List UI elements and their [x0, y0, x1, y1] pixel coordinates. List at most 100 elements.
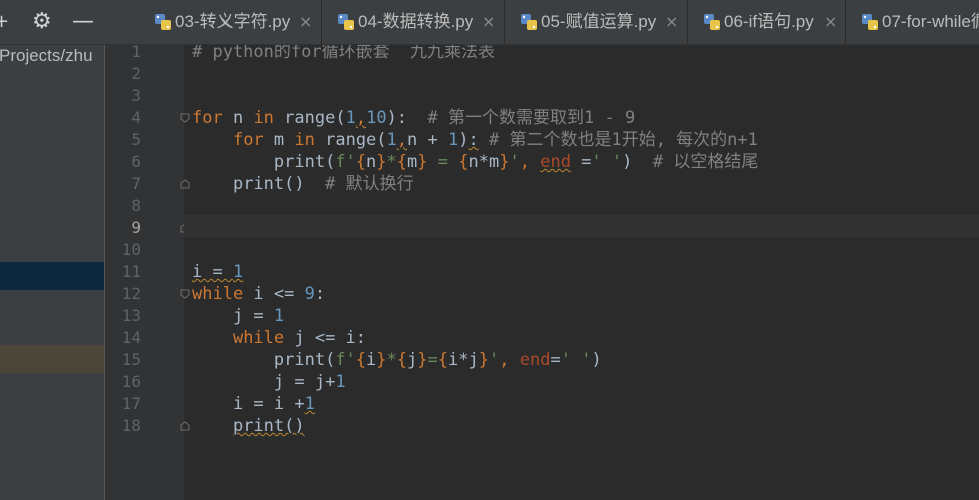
- expression: j <= i:: [284, 328, 367, 348]
- expression: i*j: [448, 350, 479, 370]
- string: ': [489, 350, 500, 370]
- tab-close-icon[interactable]: ×: [824, 12, 837, 32]
- project-panel: + ⚙ — Projects/zhu: [0, 0, 104, 500]
- comment: # 第二个数也是1开始, 每次的n+1: [488, 130, 758, 150]
- code-line-17[interactable]: i = i +1: [192, 393, 315, 415]
- string: ' ': [560, 350, 592, 370]
- assignment: j = j+: [273, 372, 336, 392]
- brace: }: [417, 350, 428, 370]
- keyword: while: [232, 328, 285, 348]
- code-line-15[interactable]: print(f'{i}*{j}={i*j}', end=' '): [192, 349, 602, 371]
- tab-03[interactable]: 03-转义字符.py ×: [139, 0, 322, 44]
- punctuation: ):: [386, 108, 408, 128]
- identifier: j: [407, 350, 418, 370]
- keyword: in: [253, 108, 274, 128]
- brace: {: [458, 152, 469, 172]
- code-line-6[interactable]: print(f'{n}*{m} = {n*m}', end =' ') # 以空…: [192, 151, 758, 173]
- tab-06[interactable]: 06-if语句.py ×: [688, 0, 846, 44]
- brace: }: [417, 152, 428, 172]
- tab-04[interactable]: 04-数据转换.py ×: [322, 0, 505, 44]
- assignment: i =: [192, 262, 233, 282]
- keyword: while: [192, 284, 244, 304]
- line-number: 16: [121, 372, 141, 391]
- number: 9: [304, 284, 315, 304]
- project-toolbar: + ⚙ —: [0, 0, 104, 45]
- line-number: 2: [131, 64, 141, 83]
- brace: }: [499, 152, 510, 172]
- keyword-argument: end: [540, 152, 571, 172]
- editor-tab-bar: × 03-转义字符.py × 04-数据转换.py × 05-赋值运算.py ×: [104, 0, 979, 45]
- tab-close-icon[interactable]: ×: [482, 12, 495, 32]
- line-number: 7: [131, 174, 141, 193]
- brace: }: [478, 350, 490, 370]
- project-tree-selected-row[interactable]: [0, 262, 104, 290]
- identifier: n: [366, 152, 377, 172]
- code-line-13[interactable]: j = 1: [192, 305, 284, 327]
- brace: {: [355, 350, 367, 370]
- string: ' ': [591, 152, 623, 172]
- tab-close-icon[interactable]: ×: [299, 12, 312, 32]
- line-number: 11: [121, 262, 141, 281]
- punctuation: ): [458, 130, 469, 150]
- code-editor[interactable]: # python的for循环嵌套 九九乘法表 for n in range(1,…: [184, 45, 979, 500]
- tab-label: 05-赋值运算.py: [541, 12, 657, 31]
- keyword: for: [232, 130, 264, 150]
- punctuation: :: [468, 130, 479, 150]
- string: =: [427, 152, 459, 172]
- code-line-12[interactable]: while i <= 9:: [192, 283, 325, 305]
- line-number: 5: [131, 130, 141, 149]
- line-number-gutter[interactable]: 1 2 3 4 5 6 7 8 9 10 11 12 13 14 15 16 1…: [104, 42, 190, 500]
- expression: n*m: [468, 152, 500, 172]
- code-line-14[interactable]: while j <= i:: [192, 327, 366, 349]
- comment: # 以空格结尾: [652, 152, 759, 172]
- tab-label: 04-数据转换.py: [358, 12, 474, 31]
- tab-07[interactable]: 07-for-while循: [846, 0, 979, 44]
- project-tree-highlighted-row[interactable]: [0, 345, 104, 373]
- string: *: [386, 152, 397, 172]
- comment: # 默认换行: [325, 174, 414, 194]
- code-line-18[interactable]: print(): [192, 415, 305, 437]
- code-line-11[interactable]: i = 1: [192, 261, 243, 283]
- function-call: range(: [314, 130, 387, 150]
- comma: ,: [499, 350, 520, 370]
- expression: i <=: [243, 284, 305, 304]
- string: ': [509, 152, 520, 172]
- brace: }: [376, 350, 387, 370]
- number: 1: [273, 306, 285, 326]
- string: =: [427, 350, 438, 370]
- brace: }: [376, 152, 387, 172]
- collapse-icon[interactable]: +: [0, 9, 9, 35]
- comma: ,: [355, 108, 367, 128]
- line-number: 1: [131, 42, 141, 61]
- tab-close-icon[interactable]: ×: [665, 12, 678, 32]
- keyword: for: [192, 108, 223, 128]
- code-line-4[interactable]: for n in range(1,10): # 第一个数需要取到1 - 9: [192, 107, 635, 129]
- line-number: 10: [121, 240, 141, 259]
- identifier: i: [366, 350, 377, 370]
- gear-icon[interactable]: ⚙: [32, 9, 52, 35]
- assignment: j =: [232, 306, 274, 326]
- code-line-7[interactable]: print() # 默认换行: [192, 173, 414, 195]
- punctuation: ): [591, 350, 602, 370]
- number: 1: [335, 372, 346, 392]
- tab-05[interactable]: 05-赋值运算.py ×: [505, 0, 688, 44]
- code-line-1[interactable]: # python的for循环嵌套 九九乘法表: [192, 45, 495, 63]
- number: 1: [304, 394, 315, 414]
- python-file-icon: [155, 14, 171, 30]
- project-path[interactable]: Projects/zhu: [0, 45, 93, 67]
- code-line-5[interactable]: for m in range(1,n + 1): # 第二个数也是1开始, 每次…: [192, 129, 758, 151]
- comma: ,: [519, 152, 541, 172]
- line-number: 17: [121, 394, 141, 413]
- minimize-icon[interactable]: —: [72, 9, 94, 35]
- line-number: 6: [131, 152, 141, 171]
- line-number: 15: [121, 350, 141, 369]
- code-line-16[interactable]: j = j+1: [192, 371, 346, 393]
- python-file-icon: [521, 14, 537, 30]
